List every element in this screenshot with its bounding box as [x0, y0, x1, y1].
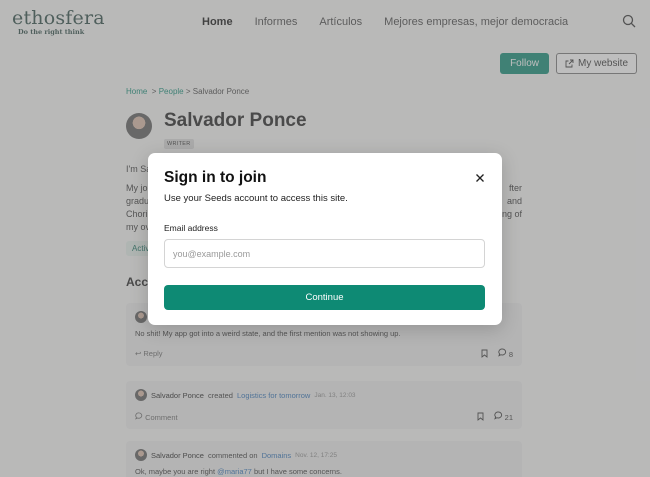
close-icon[interactable] — [475, 173, 485, 183]
dialog-subtitle: Use your Seeds account to access this si… — [164, 193, 348, 204]
email-label: Email address — [164, 223, 218, 233]
email-field[interactable] — [164, 239, 485, 268]
dialog-title: Sign in to join — [164, 169, 267, 186]
sign-in-dialog: Sign in to join Use your Seeds account t… — [148, 153, 502, 325]
continue-button[interactable]: Continue — [164, 285, 485, 310]
